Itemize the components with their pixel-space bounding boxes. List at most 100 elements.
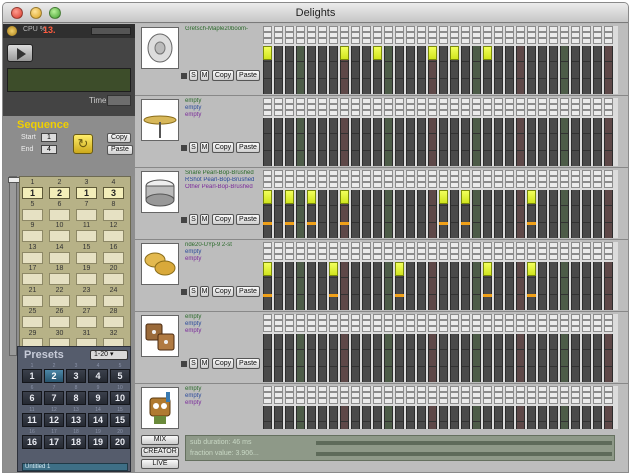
step-column[interactable] <box>593 26 602 94</box>
step-column[interactable] <box>516 26 525 94</box>
step-header-cell[interactable] <box>593 398 602 404</box>
step-header-cell[interactable] <box>296 38 305 44</box>
step-column[interactable] <box>450 98 459 166</box>
mute-button[interactable]: M <box>200 358 209 369</box>
step-header-cell[interactable] <box>593 182 602 188</box>
step-track-cell[interactable] <box>329 46 338 94</box>
step-column[interactable] <box>329 98 338 166</box>
step-header-cell[interactable] <box>285 110 294 116</box>
step-track-cell[interactable] <box>604 118 613 166</box>
step-track-cell[interactable] <box>296 118 305 166</box>
step-track-cell[interactable] <box>571 334 580 382</box>
step-track-cell[interactable] <box>296 262 305 310</box>
preset-button[interactable]: 6 <box>22 391 42 405</box>
instrument-name[interactable]: empty <box>185 256 262 263</box>
step-column[interactable] <box>439 314 448 382</box>
step-header-cell[interactable] <box>285 182 294 188</box>
step-column[interactable] <box>340 170 349 238</box>
step-column[interactable] <box>274 98 283 166</box>
step-column[interactable] <box>472 98 481 166</box>
step-header-cell[interactable] <box>285 38 294 44</box>
step-column[interactable] <box>494 314 503 382</box>
step-header-cell[interactable] <box>263 398 272 404</box>
step-header-cell[interactable] <box>263 38 272 44</box>
step-column[interactable] <box>439 242 448 310</box>
preset-button[interactable]: 10 <box>110 391 130 405</box>
step-column[interactable] <box>417 314 426 382</box>
step-column[interactable] <box>406 242 415 310</box>
step-header-cell[interactable] <box>274 38 283 44</box>
step-header-cell[interactable] <box>395 398 404 404</box>
step-track-cell[interactable] <box>582 262 591 310</box>
pattern-slot[interactable] <box>49 251 70 264</box>
step-column[interactable] <box>560 242 569 310</box>
step-column[interactable] <box>450 170 459 238</box>
step-header-cell[interactable] <box>296 398 305 404</box>
step-column[interactable] <box>395 98 404 166</box>
step-column[interactable] <box>263 26 272 94</box>
step-header-cell[interactable] <box>307 254 316 260</box>
step-header-cell[interactable] <box>307 398 316 404</box>
step-column[interactable] <box>505 242 514 310</box>
step-header-cell[interactable] <box>329 110 338 116</box>
step-header-cell[interactable] <box>263 182 272 188</box>
step-header-cell[interactable] <box>450 326 459 332</box>
mute-button[interactable]: M <box>200 286 209 297</box>
step-column[interactable] <box>604 26 613 94</box>
step-column[interactable] <box>560 26 569 94</box>
step-header-cell[interactable] <box>329 398 338 404</box>
step-header-cell[interactable] <box>560 182 569 188</box>
step-header-cell[interactable] <box>428 254 437 260</box>
pattern-slider[interactable] <box>8 176 20 356</box>
step-header-cell[interactable] <box>604 398 613 404</box>
step-header-cell[interactable] <box>362 254 371 260</box>
step-column[interactable] <box>494 242 503 310</box>
step-track-cell[interactable] <box>461 118 470 166</box>
step-column[interactable] <box>527 314 536 382</box>
track-paste-button[interactable]: Paste <box>236 214 260 225</box>
step-column[interactable] <box>285 98 294 166</box>
step-column[interactable] <box>318 26 327 94</box>
track-copy-button[interactable]: Copy <box>212 358 234 369</box>
step-header-cell[interactable] <box>549 326 558 332</box>
step-header-cell[interactable] <box>549 38 558 44</box>
step-column[interactable] <box>571 170 580 238</box>
step-column[interactable] <box>428 314 437 382</box>
step-track-cell[interactable] <box>560 190 569 238</box>
step-header-cell[interactable] <box>274 254 283 260</box>
step-column[interactable] <box>417 170 426 238</box>
step-column[interactable] <box>604 98 613 166</box>
step-header-cell[interactable] <box>516 254 525 260</box>
step-header-cell[interactable] <box>560 110 569 116</box>
step-track-cell[interactable] <box>307 118 316 166</box>
pattern-slot[interactable] <box>49 316 70 328</box>
step-header-cell[interactable] <box>604 110 613 116</box>
step-track-cell[interactable] <box>582 190 591 238</box>
step-column[interactable] <box>384 170 393 238</box>
step-track-cell[interactable] <box>549 334 558 382</box>
step-track-cell[interactable] <box>428 262 437 310</box>
preset-button[interactable]: 11 <box>22 413 42 427</box>
step-column[interactable] <box>516 314 525 382</box>
step-track-cell[interactable] <box>362 46 371 94</box>
step-track-cell[interactable] <box>417 262 426 310</box>
step-header-cell[interactable] <box>296 254 305 260</box>
step-header-cell[interactable] <box>384 182 393 188</box>
step-header-cell[interactable] <box>538 398 547 404</box>
step-header-cell[interactable] <box>604 182 613 188</box>
step-header-cell[interactable] <box>560 254 569 260</box>
step-header-cell[interactable] <box>340 398 349 404</box>
sequence-paste-button[interactable]: Paste <box>107 145 133 155</box>
step-column[interactable] <box>571 242 580 310</box>
step-track-cell[interactable] <box>593 262 602 310</box>
step-header-cell[interactable] <box>494 110 503 116</box>
time-field[interactable] <box>107 95 131 106</box>
step-header-cell[interactable] <box>604 38 613 44</box>
step-header-cell[interactable] <box>373 38 382 44</box>
step-track-cell[interactable] <box>340 118 349 166</box>
step-column[interactable] <box>406 26 415 94</box>
step-track-cell[interactable] <box>285 46 294 94</box>
step-header-cell[interactable] <box>483 38 492 44</box>
step-header-cell[interactable] <box>395 326 404 332</box>
preset-button[interactable]: 12 <box>44 413 64 427</box>
